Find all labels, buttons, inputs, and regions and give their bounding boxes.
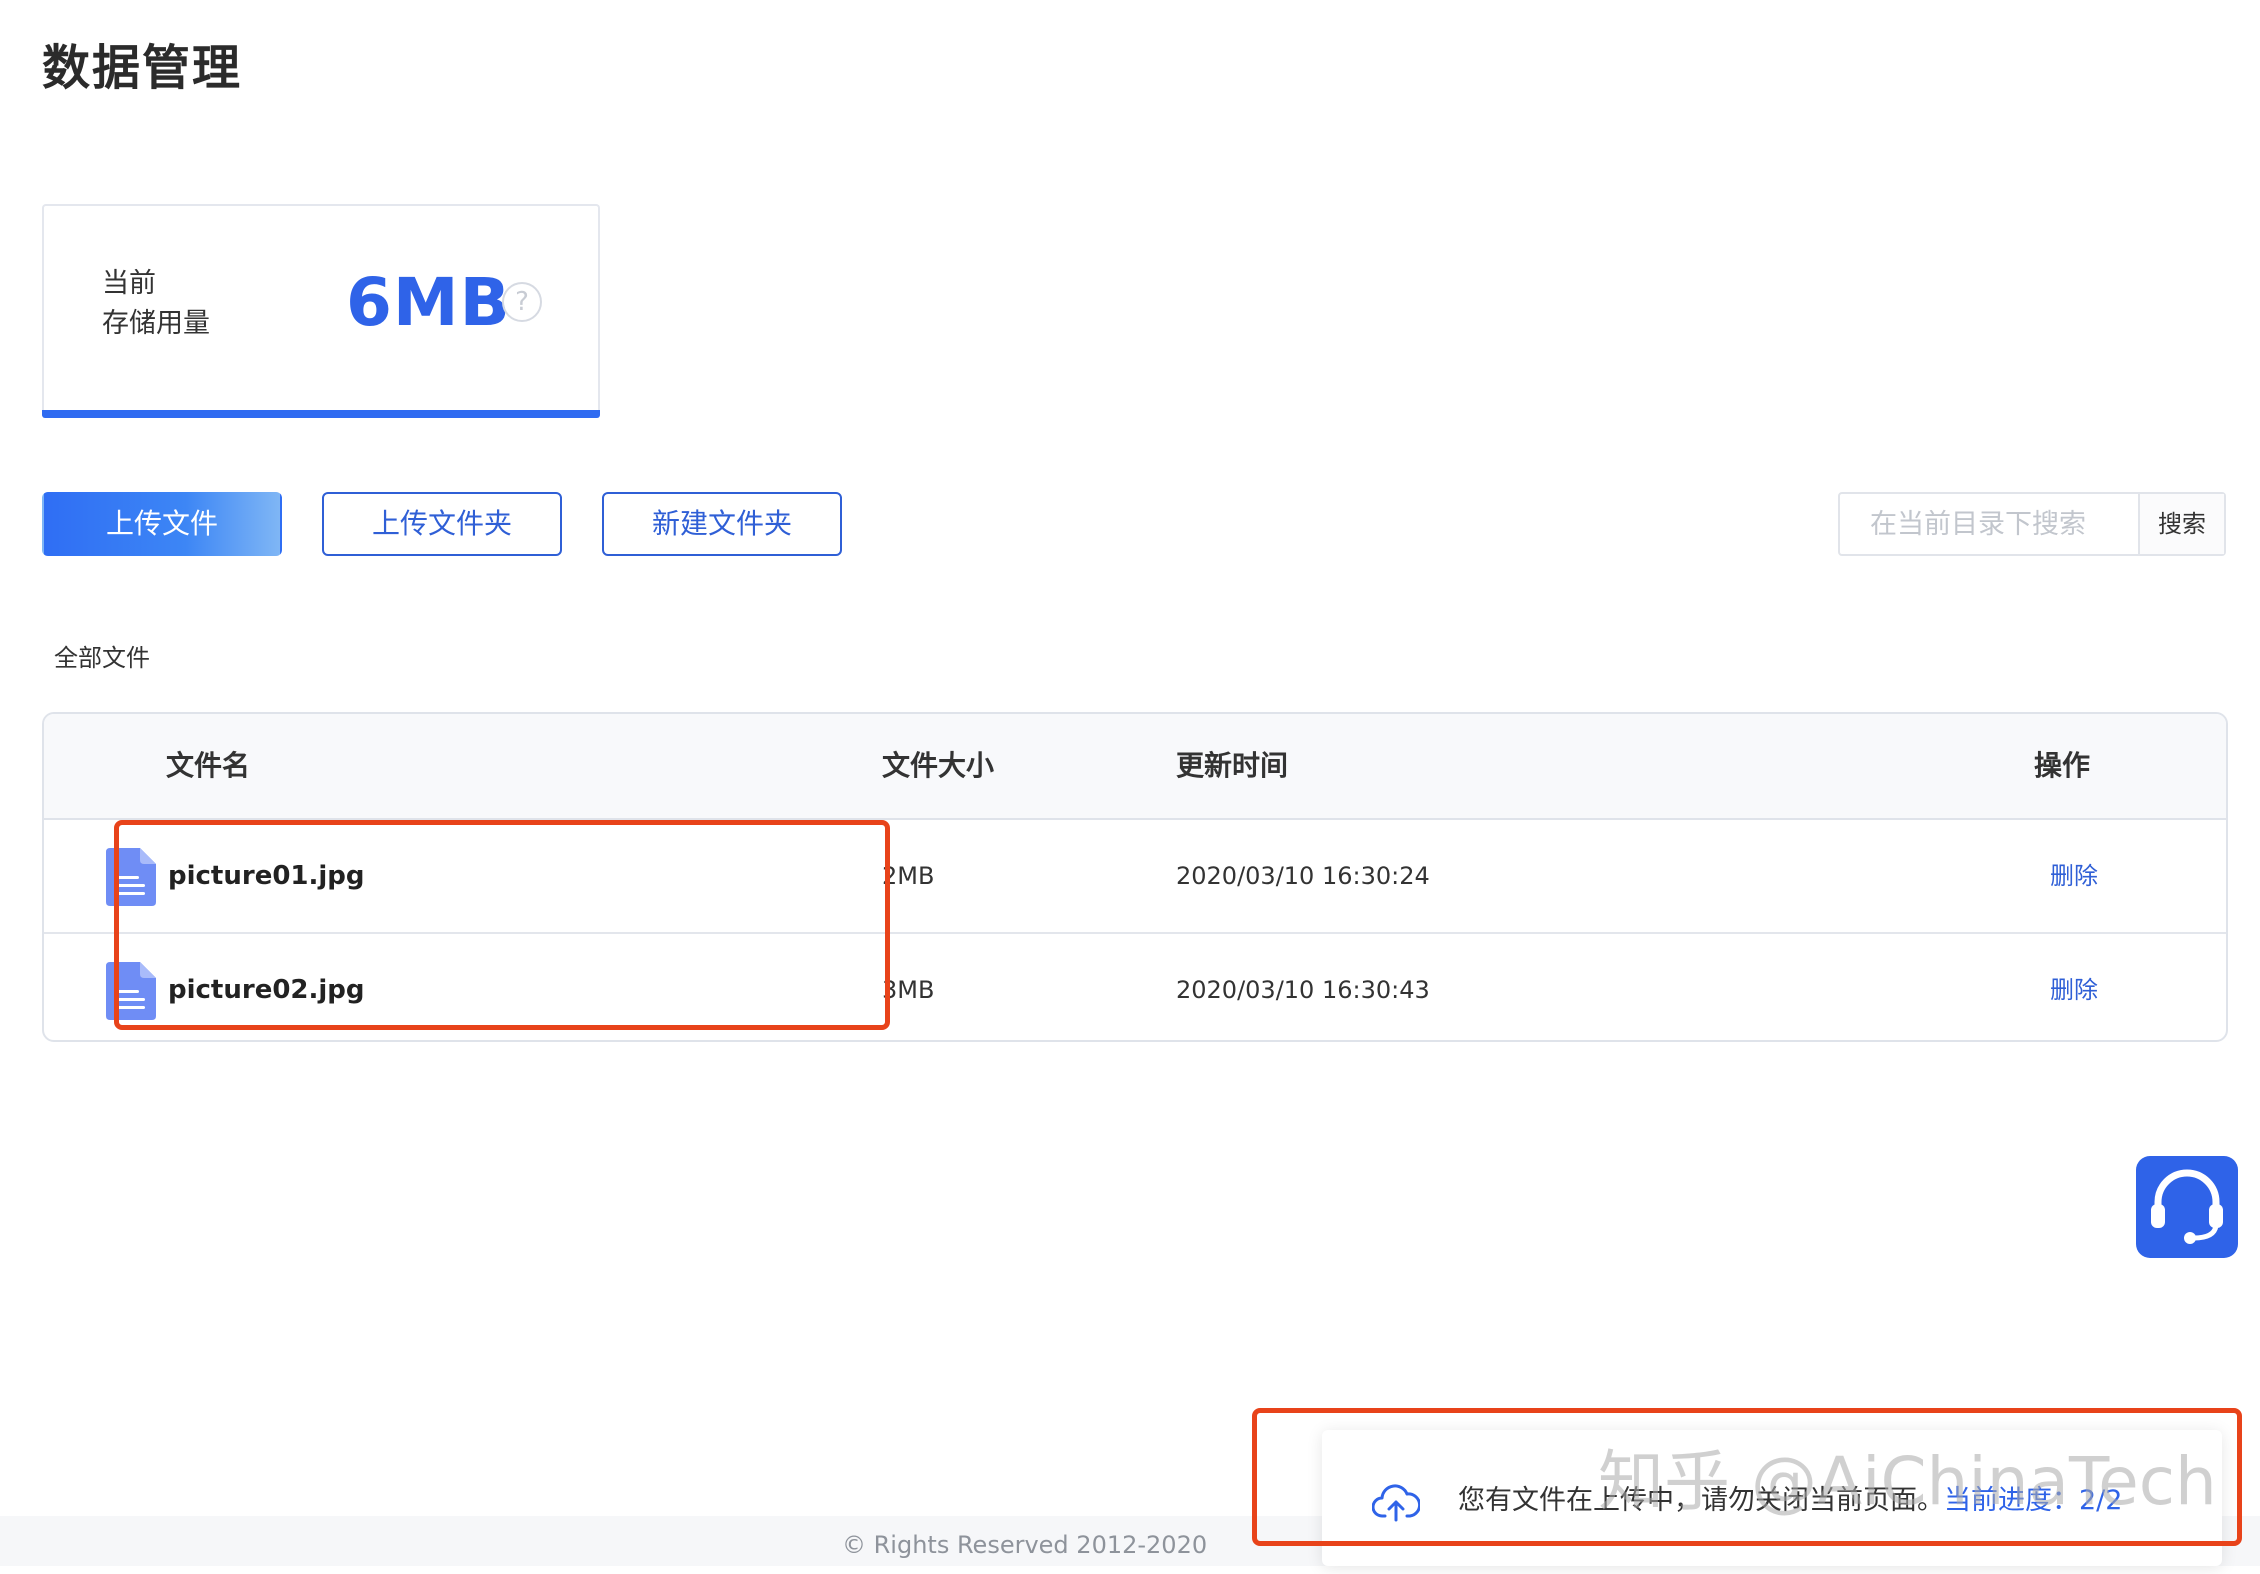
column-header-time: 更新时间 [1176,749,1289,782]
storage-card-accent-bar [42,410,600,418]
delete-button[interactable]: 删除 [2050,820,2098,932]
upload-folder-button[interactable]: 上传文件夹 [322,492,562,556]
breadcrumb[interactable]: 全部文件 [54,638,150,673]
column-header-size: 文件大小 [882,749,995,782]
storage-label: 当前 存储用量 [102,264,210,344]
annotation-box-toast [1252,1408,2242,1546]
headset-icon [2151,1169,2223,1244]
storage-usage-card: 当前 存储用量 6MB ? [42,204,600,418]
help-icon[interactable]: ? [502,282,542,322]
column-header-name: 文件名 [166,749,251,782]
storage-label-line1: 当前 [102,268,156,299]
search-input[interactable] [1840,494,2130,554]
storage-value: 6MB [346,264,511,341]
table-header: 文件名 文件大小 更新时间 操作 [44,714,2226,820]
upload-file-button[interactable]: 上传文件 [42,492,282,556]
search-button[interactable]: 搜索 [2138,494,2224,554]
copyright-text: © Rights Reserved 2012-2020 [842,1531,1208,1559]
file-updated-time: 2020/03/10 16:30:24 [1176,862,1430,890]
storage-label-line2: 存储用量 [102,308,210,339]
new-folder-button[interactable]: 新建文件夹 [602,492,842,556]
customer-support-button[interactable] [2136,1156,2238,1258]
file-updated-time: 2020/03/10 16:30:43 [1176,976,1430,1004]
annotation-box-files [114,820,890,1030]
delete-button[interactable]: 删除 [2050,934,2098,1040]
search-box: 搜索 [1838,492,2226,556]
page-title: 数据管理 [42,40,243,96]
column-header-action: 操作 [2034,749,2091,782]
